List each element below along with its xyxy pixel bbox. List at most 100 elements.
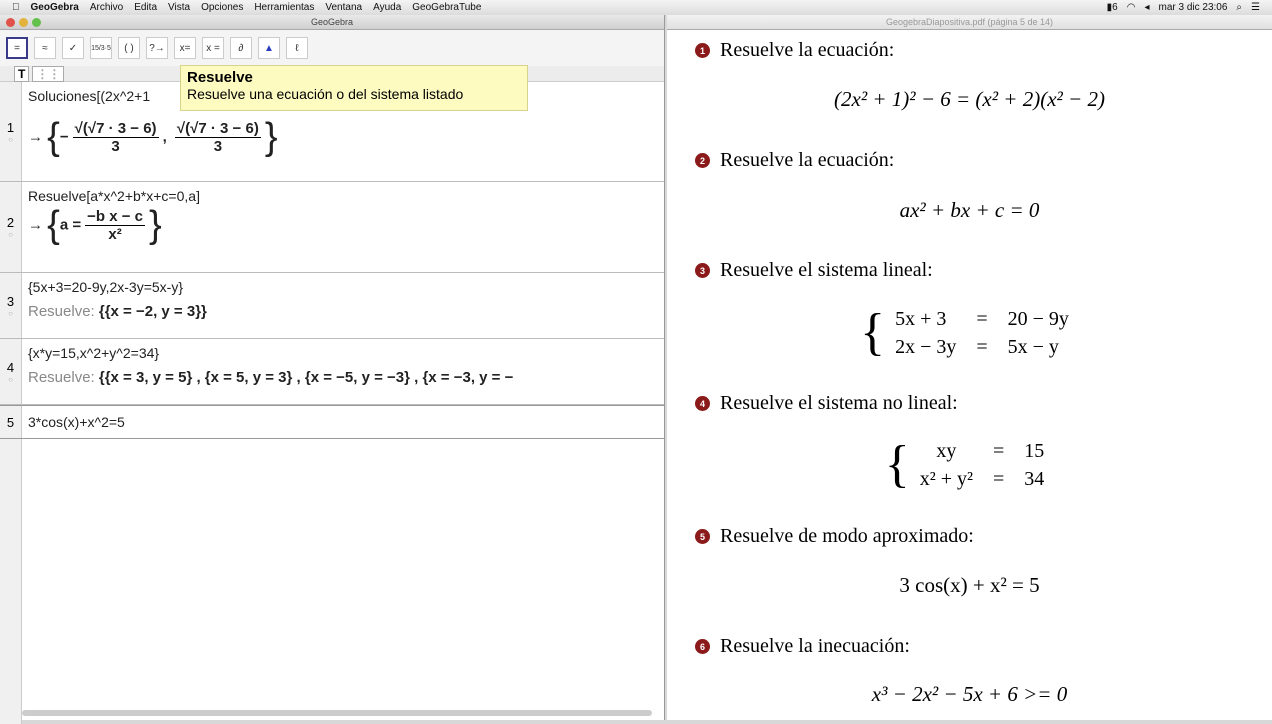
output-arrow: → [28,216,43,234]
menu-geogebratube[interactable]: GeoGebraTube [412,2,481,13]
clock[interactable]: mar 3 dic 23:06 [1158,2,1227,13]
tool-derivative[interactable]: ∂ [230,37,252,59]
tool-expand[interactable]: ( ) [118,37,140,59]
menu-ventana[interactable]: Ventana [325,2,362,13]
minimize-button[interactable] [19,18,28,27]
equation: (2x² + 1)² − 6 = (x² + 2)(x² − 2) [834,87,1105,111]
exercise-text: Resuelve el sistema no lineal: [720,392,958,414]
row-radio-icon[interactable]: ○ [8,135,13,144]
cas-row[interactable]: 4 ○ {x*y=15,x^2+y^2=34} Resuelve: {{x = 3… [0,339,664,405]
system-cell: 34 [1024,467,1045,490]
bullet-icon: 1 [695,43,710,58]
cas-input[interactable]: {5x+3=20-9y,2x-3y=5x-y} [28,279,658,295]
system-cell: 20 − 9y [1007,307,1069,330]
output-label: Resuelve: [28,369,95,386]
pdf-title: GeogebraDiapositiva.pdf (página 5 de 14) [885,17,1054,27]
row-number: 2 [6,215,15,230]
menu-vista[interactable]: Vista [168,2,190,13]
bullet-icon: 6 [695,639,710,654]
cas-output: {{x = 3, y = 5} , {x = 5, y = 3} , {x = … [98,369,514,386]
solution2-denominator: 3 [213,138,223,155]
row-number: 3 [6,293,15,309]
menu-archivo[interactable]: Archivo [90,2,123,13]
window-title: GeoGebra [310,17,354,27]
system-cell: xy [936,439,957,462]
exercise-6: 6 Resuelve la inecuación: [695,635,910,658]
status-area: ▮6 ◠ ◂ mar 3 dic 23:06 ⌕ ☰ [1107,0,1260,15]
exercise-text: Resuelve la ecuación: [720,149,895,171]
tool-substitute[interactable]: ?→ [146,37,168,59]
battery-label: 6 [1112,2,1118,13]
tool-probability[interactable]: ▲ [258,37,280,59]
cas-row-active[interactable]: 5 3*cos(x)+x^2=5 [0,405,664,439]
cas-output: → {− √(√7 · 3 − 6) 3, √(√7 · 3 − 6) 3} [28,116,278,158]
exercise-4: 4 Resuelve el sistema no lineal: [695,392,958,415]
exercise-text: Resuelve de modo aproximado: [720,525,974,547]
output-label: Resuelve: [28,303,95,320]
exercise-text: Resuelve el sistema lineal: [720,259,933,281]
table-icon[interactable]: ⋮⋮ [32,65,65,82]
menu-ayuda[interactable]: Ayuda [373,2,401,13]
bullet-icon: 2 [695,153,710,168]
system-cell: 5x + 3 [895,307,947,330]
system-cell: = [992,439,1005,462]
cas-input[interactable]: Resuelve[a*x^2+b*x+c=0,a] [28,188,658,204]
row-number: 4 [6,359,15,375]
exercise-3: 3 Resuelve el sistema lineal: [695,259,933,282]
tool-delete[interactable]: ℓ [286,37,308,59]
title-bar: GeoGebra [0,15,664,30]
menu-opciones[interactable]: Opciones [201,2,243,13]
menu-bar:  GeoGebra Archivo Edita Vista Opciones … [0,0,1272,15]
zoom-button[interactable] [32,18,41,27]
system-cell: 5x − y [1007,335,1059,358]
close-button[interactable] [6,18,15,27]
row-radio-icon[interactable]: ○ [8,375,13,384]
nonlinear-system: {xy = 15 x² + y² = 34 [885,435,1055,494]
search-icon[interactable]: ⌕ [1236,2,1242,13]
wifi-icon[interactable]: ◠ [1127,2,1136,13]
cas-output: {{x = −2, y = 3}} [98,303,207,320]
system-cell: 2x − 3y [895,335,957,358]
bullet-icon: 5 [695,529,710,544]
apple-icon[interactable]:  [12,2,20,13]
battery-icon[interactable]: ▮6 [1107,2,1118,13]
output-arrow: → [28,128,43,146]
menu-edita[interactable]: Edita [134,2,157,13]
row-radio-icon[interactable]: ○ [8,230,13,239]
menu-herramientas[interactable]: Herramientas [254,2,314,13]
output-numerator: −b x − c [85,208,146,226]
cas-input[interactable]: 3*cos(x)+x^2=5 [28,414,658,430]
equation: x³ − 2x² − 5x + 6 >= 0 [871,682,1068,706]
solution2-numerator: √(√7 · 3 − 6) [174,120,261,138]
system-cell: = [992,467,1005,490]
row-header-column [0,439,22,724]
tool-evaluate[interactable]: = [6,37,28,59]
tool-numeric[interactable]: ≈ [34,37,56,59]
solution1-numerator: √(√7 · 3 − 6) [72,120,159,138]
exercise-text: Resuelve la inecuación: [720,635,910,657]
output-denominator: x² [108,226,122,243]
tool-factor[interactable]: 15/3·5 [90,37,112,59]
tooltip: Resuelve Resuelve una ecuación o del sis… [180,65,528,111]
cas-view: 1 ○ Soluciones[(2x^2+1 → {− √(√7 · 3 − 6) 3… [0,82,664,724]
horizontal-scrollbar[interactable] [22,710,652,716]
volume-icon[interactable]: ◂ [1144,2,1149,13]
row-radio-icon[interactable]: ○ [8,309,13,318]
list-icon[interactable]: ☰ [1251,2,1260,13]
cas-input[interactable]: {x*y=15,x^2+y^2=34} [28,345,658,361]
tool-solve-numerically[interactable]: x = [202,37,224,59]
row-number: 1 [6,119,15,135]
menu-app[interactable]: GeoGebra [31,2,79,13]
exercise-text: Resuelve la ecuación: [720,39,895,61]
tool-solve[interactable]: x= [174,37,196,59]
text-style-icon[interactable]: T [14,65,30,82]
cas-row[interactable]: 2 ○ Resuelve[a*x^2+b*x+c=0,a] → {a = −b x … [0,182,664,273]
cas-row[interactable]: 3 ○ {5x+3=20-9y,2x-3y=5x-y} Resuelve: {{x… [0,273,664,339]
tool-keep-input[interactable]: ✓ [62,37,84,59]
output-lhs: a = [59,216,82,234]
cas-toolbar: = ≈ ✓ 15/3·5 ( ) ?→ x= x = ∂ ▲ ℓ [0,30,664,66]
cas-output: → {a = −b x − c x²} [28,204,162,246]
equation: ax² + bx + c = 0 [899,198,1040,222]
geogebra-window: GeoGebra = ≈ ✓ 15/3·5 ( ) ?→ x= x = ∂ ▲ … [0,15,665,724]
pdf-title-bar: GeogebraDiapositiva.pdf (página 5 de 14) [667,15,1272,30]
